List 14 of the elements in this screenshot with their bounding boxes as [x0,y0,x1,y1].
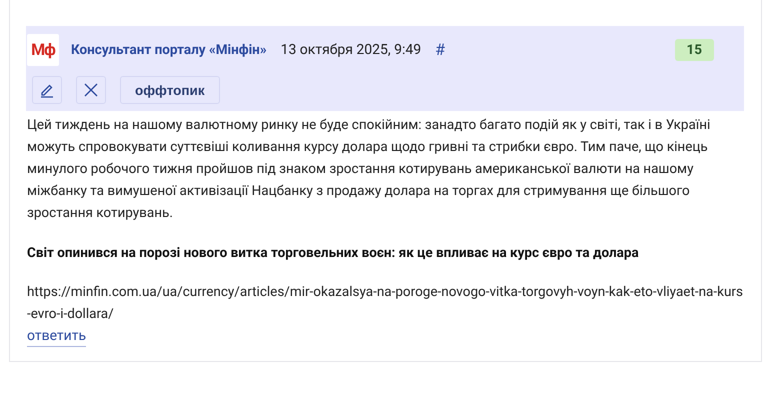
offtopic-button[interactable]: оффтопик [120,76,220,104]
comment-date: 13 октября 2025, 9:49 [280,42,422,58]
logo: Мф [27,34,59,66]
article-link[interactable]: https://minfin.com.ua/ua/currency/articles/mir-okazalsya-na-poroge-novogo-vitka-torgovyh-voyn-kak-eto-vliyaet-na-kurs-evro-i-dollara/ [27,281,744,325]
close-icon [83,82,99,98]
edit-button[interactable] [32,76,62,104]
rating-badge: 15 [674,38,714,60]
delete-button[interactable] [76,76,106,104]
reply-link[interactable]: ответить [27,327,86,347]
pencil-icon [39,82,55,98]
permalink[interactable]: # [435,40,445,59]
article-headline: Світ опинився на порозі нового витка торговельних воєн: як це впливає на курс євро та долара [27,244,640,263]
author-name[interactable]: Консультант порталу «Мінфін» [71,42,267,58]
comment-text: Цей тиждень на нашому валютному ринку не буде спокійним: занадто багато подій як у світі, так і в Україні можуть спровокувати суттєвіші коливання курсу долара щодо гривні та стрибки євро. Тим паче, що кінець минулого робочого тижня пройшов під знаком зростання котирувань американської валюти на нашому міжбанку та вимушеної активізації Нацбанку з продажу долара на торгах для стримування ще більшого зростання котирувань. [27,116,712,223]
